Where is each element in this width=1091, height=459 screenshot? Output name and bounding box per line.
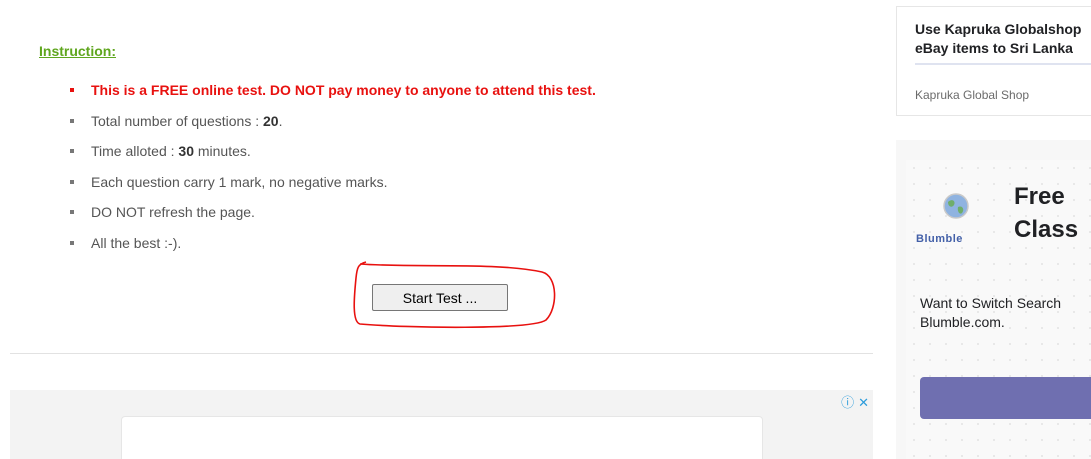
kapruka-ad-title-line1: Use Kapruka Globalshop — [915, 21, 1082, 37]
list-item-marks: Each question carry 1 mark, no negative … — [70, 172, 596, 203]
blumble-headline: Free Class — [1014, 180, 1078, 246]
kapruka-ad-source: Kapruka Global Shop — [915, 88, 1030, 102]
list-item-questions: Total number of questions : 20. — [70, 111, 596, 142]
bottom-ad-content[interactable] — [121, 416, 763, 459]
time-value: 30 — [178, 143, 194, 159]
time-suffix: minutes. — [193, 143, 251, 159]
blumble-body-line2: Blumble.com. — [920, 314, 1005, 330]
ad-controls: ⓘ ✕ — [837, 392, 869, 411]
section-divider — [10, 353, 873, 354]
kapruka-ad-title-line2: eBay items to Sri Lanka — [915, 40, 1073, 56]
list-item-time: Time alloted : 30 minutes. — [70, 141, 596, 172]
bottom-ad-banner[interactable]: ⓘ ✕ — [10, 390, 873, 459]
right-sidebar: Use Kapruka Globalshop eBay items to Sri… — [896, 0, 1091, 459]
blumble-headline-line2: Class — [1014, 216, 1079, 243]
kapruka-ad[interactable]: Use Kapruka Globalshop eBay items to Sri… — [896, 6, 1091, 116]
page: Instruction: This is a FREE online test.… — [0, 0, 1091, 459]
questions-count: 20 — [263, 112, 279, 129]
blumble-headline-line1: Free — [1014, 183, 1065, 210]
close-icon[interactable]: ✕ — [858, 395, 869, 410]
kapruka-ad-title[interactable]: Use Kapruka Globalshop eBay items to Sri… — [915, 20, 1090, 58]
list-item-refresh: DO NOT refresh the page. — [70, 202, 596, 233]
blumble-body: Want to Switch Search Blumble.com. — [920, 294, 1061, 332]
blumble-body-line1: Want to Switch Search — [920, 295, 1062, 311]
blumble-ad[interactable]: Blumble Free Class Want to Switch Search… — [896, 140, 1091, 459]
blumble-brand: Blumble — [916, 233, 963, 245]
questions-suffix: . — [278, 112, 283, 129]
questions-label: Total number of questions : — [91, 112, 263, 129]
time-label: Time alloted : — [91, 143, 179, 159]
blumble-cta-button[interactable] — [920, 377, 1091, 419]
info-icon[interactable]: ⓘ — [841, 395, 854, 410]
globe-icon — [943, 193, 969, 219]
instruction-list: This is a FREE online test. DO NOT pay m… — [70, 80, 596, 263]
start-test-button[interactable]: Start Test ... — [372, 284, 508, 311]
kapruka-ad-underline — [915, 63, 1091, 65]
free-test-warning: This is a FREE online test. DO NOT pay m… — [70, 80, 596, 111]
instruction-heading: Instruction: — [39, 43, 116, 59]
